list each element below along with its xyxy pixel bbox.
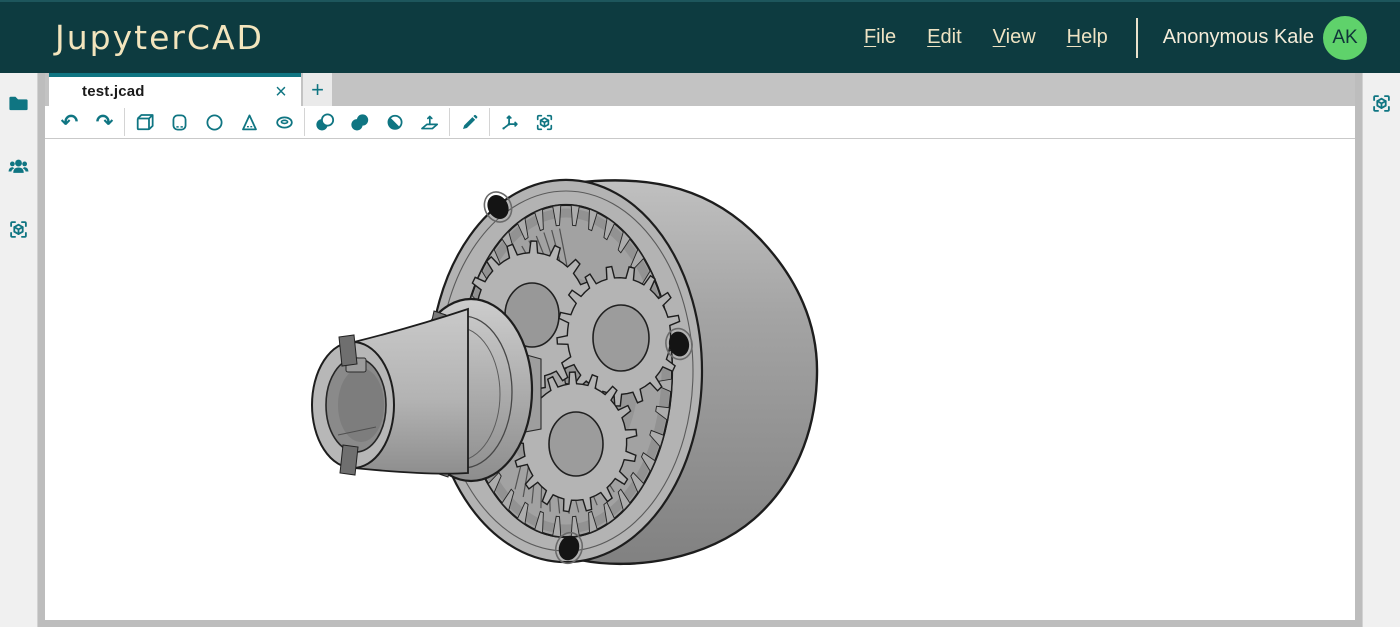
exploded-view-button[interactable] [527,107,562,137]
cone-icon [238,111,261,134]
undo-button[interactable]: ↶ [52,107,87,137]
extrusion-icon [418,111,441,134]
box-icon [133,111,156,134]
cad-toolbar: ↶ ↷ [45,106,1355,139]
tab-close-button[interactable]: × [269,80,293,104]
exploded-cube-icon [533,111,556,134]
sphere-icon [203,111,226,134]
toolbar-separator [449,108,450,136]
intersection-icon [383,111,406,134]
exploded-cube-icon [1369,91,1394,116]
pencil-icon [458,111,481,134]
new-cylinder-button[interactable] [162,107,197,137]
workspace: test.jcad × + ↶ ↷ [0,73,1400,627]
top-bar: JupyterCAD File Edit View Help Anonymous… [0,0,1400,73]
exploded-view-panel-button[interactable] [6,216,32,242]
intersection-button[interactable] [377,107,412,137]
collaborators-button[interactable] [6,153,32,179]
torus-icon [273,111,296,134]
viewport-canvas[interactable] [45,139,1355,620]
axes-helper-button[interactable] [492,107,527,137]
new-cone-button[interactable] [232,107,267,137]
menu-view[interactable]: View [993,26,1036,49]
new-torus-button[interactable] [267,107,302,137]
menu-help[interactable]: Help [1067,26,1108,49]
tab-test-jcad[interactable]: test.jcad × [49,73,301,106]
user-name: Anonymous Kale [1163,26,1314,49]
app-logo: JupyterCAD [55,18,264,57]
undo-icon: ↶ [61,112,79,133]
union-button[interactable] [342,107,377,137]
right-sidebar [1362,73,1400,627]
redo-icon: ↷ [96,112,114,133]
tab-label: test.jcad [82,83,145,100]
header-right: File Edit View Help Anonymous Kale AK [864,16,1400,60]
extrusion-button[interactable] [412,107,447,137]
menu-file[interactable]: File [864,26,896,49]
gearbox-3d-model [45,139,1355,620]
jupytercad-app: JupyterCAD File Edit View Help Anonymous… [0,0,1400,627]
toolbar-separator [124,108,125,136]
main-menu: File Edit View Help [864,26,1108,49]
new-tab-button[interactable]: + [303,73,332,106]
menu-edit[interactable]: Edit [927,26,961,49]
toolbar-separator [489,108,490,136]
menu-divider [1136,18,1138,58]
axes-icon [498,111,521,134]
user-avatar[interactable]: AK [1323,16,1367,60]
new-sphere-button[interactable] [197,107,232,137]
file-browser-button[interactable] [6,90,32,116]
cut-icon [313,111,336,134]
folder-icon [6,91,31,116]
redo-button[interactable]: ↷ [87,107,122,137]
toolbar-separator [304,108,305,136]
users-icon [6,154,31,179]
exploded-cube-icon [6,217,31,242]
sketch-button[interactable] [452,107,487,137]
tab-bar: test.jcad × + [45,73,1355,106]
exploded-view-panel-button[interactable] [1369,90,1395,116]
union-icon [348,111,371,134]
cut-button[interactable] [307,107,342,137]
dock-panel: test.jcad × + ↶ ↷ [38,73,1362,627]
left-sidebar [0,73,38,627]
cylinder-icon [168,111,191,134]
new-box-button[interactable] [127,107,162,137]
